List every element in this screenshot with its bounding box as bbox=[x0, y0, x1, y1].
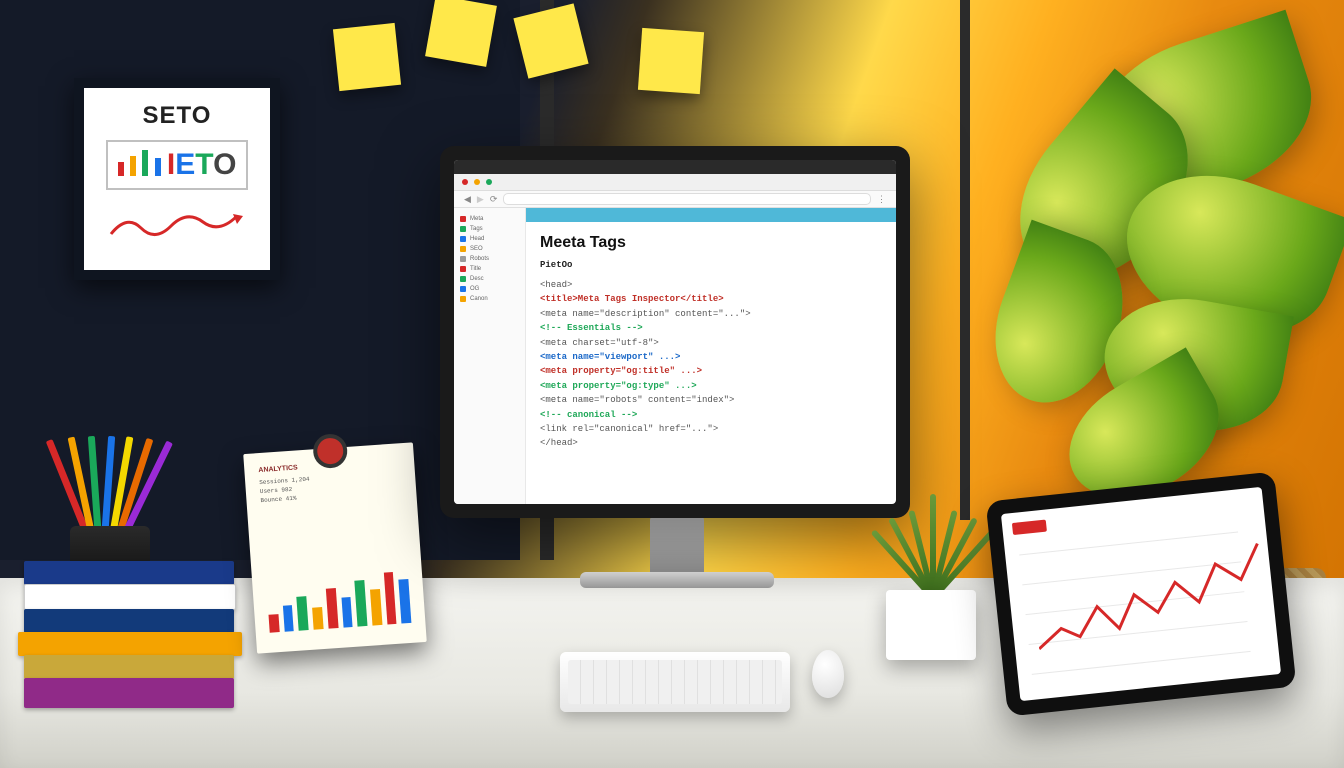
code-line: <meta charset="utf-8"> bbox=[540, 336, 882, 350]
browser-tabbar[interactable] bbox=[454, 174, 896, 191]
notepad-rows: Sessions 1,204Users 982Bounce 41% bbox=[259, 468, 403, 505]
browser-urlbar: ◀ ▶ ⟳ ⋮ bbox=[454, 191, 896, 208]
traffic-light-close-icon[interactable] bbox=[462, 179, 468, 185]
sidebar-item[interactable]: OG bbox=[458, 284, 521, 294]
code-line: <!-- Essentials --> bbox=[540, 321, 882, 335]
code-line: </head> bbox=[540, 436, 882, 450]
monitor-stand-base bbox=[580, 572, 774, 588]
analytics-notepad: ANALYTICS Sessions 1,204Users 982Bounce … bbox=[243, 442, 427, 653]
small-plant-pot bbox=[886, 590, 976, 660]
notepad-bar-chart bbox=[265, 553, 412, 633]
code-line: <head> bbox=[540, 278, 882, 292]
code-line: <!-- canonical --> bbox=[540, 408, 882, 422]
window-titlebar bbox=[454, 160, 896, 174]
code-line: <meta name="robots" content="index"> bbox=[540, 393, 882, 407]
monitor: ◀ ▶ ⟳ ⋮ MetaTagsHeadSEORobotsTitleDescOG… bbox=[440, 146, 910, 518]
window-mullion bbox=[960, 0, 970, 520]
traffic-light-max-icon[interactable] bbox=[486, 179, 492, 185]
address-field[interactable] bbox=[503, 193, 871, 205]
traffic-light-min-icon[interactable] bbox=[474, 179, 480, 185]
accent-ribbon bbox=[526, 208, 896, 222]
seo-poster: SETO IETO bbox=[74, 78, 280, 280]
tablet-screen[interactable] bbox=[1001, 487, 1281, 701]
code-line: <title>Meta Tags Inspector</title> bbox=[540, 292, 882, 306]
code-line: <meta name="viewport" ...> bbox=[540, 350, 882, 364]
mouse[interactable] bbox=[812, 650, 844, 698]
poster-logo: IETO bbox=[106, 140, 249, 190]
tablet-badge bbox=[1012, 520, 1047, 535]
monitor-screen: ◀ ▶ ⟳ ⋮ MetaTagsHeadSEORobotsTitleDescOG… bbox=[454, 160, 896, 504]
sidebar-item[interactable]: Robots bbox=[458, 254, 521, 264]
tablet-line-chart bbox=[1029, 529, 1270, 672]
poster-title: SETO bbox=[143, 102, 212, 130]
forward-icon[interactable]: ▶ bbox=[477, 194, 484, 205]
workspace-scene: SETO IETO bbox=[0, 0, 1344, 768]
sidebar-item[interactable]: Title bbox=[458, 264, 521, 274]
keyboard[interactable] bbox=[560, 652, 790, 712]
sidebar-item[interactable]: Desc bbox=[458, 274, 521, 284]
code-block[interactable]: <head> <title>Meta Tags Inspector</title… bbox=[540, 278, 882, 451]
code-line: <meta name="description" content="..."> bbox=[540, 307, 882, 321]
sidebar-item[interactable]: SEO bbox=[458, 244, 521, 254]
menu-icon[interactable]: ⋮ bbox=[877, 194, 886, 205]
editor-main: Meeta Tags PietOo <head> <title>Meta Tag… bbox=[526, 208, 896, 504]
back-icon[interactable]: ◀ bbox=[464, 194, 471, 205]
sticky-note bbox=[425, 0, 497, 67]
code-line: <meta property="og:title" ...> bbox=[540, 364, 882, 378]
editor-sidebar[interactable]: MetaTagsHeadSEORobotsTitleDescOGCanon bbox=[454, 208, 526, 504]
sidebar-item[interactable]: Canon bbox=[458, 294, 521, 304]
sticky-note bbox=[513, 3, 588, 78]
code-line: <link rel="canonical" href="..."> bbox=[540, 422, 882, 436]
sticky-note bbox=[638, 28, 704, 94]
sticky-note bbox=[333, 23, 401, 91]
sidebar-item[interactable]: Tags bbox=[458, 224, 521, 234]
tablet[interactable] bbox=[986, 471, 1297, 716]
book-stack bbox=[24, 562, 242, 708]
trend-squiggle-icon bbox=[107, 208, 247, 242]
sidebar-item[interactable]: Meta bbox=[458, 214, 521, 224]
sidebar-item[interactable]: Head bbox=[458, 234, 521, 244]
small-plant bbox=[880, 488, 990, 598]
monitor-stand bbox=[650, 516, 704, 576]
reload-icon[interactable]: ⟳ bbox=[490, 194, 498, 205]
page-title: Meeta Tags bbox=[540, 230, 882, 256]
code-line: <meta property="og:type" ...> bbox=[540, 379, 882, 393]
page-subtitle: PietOo bbox=[540, 258, 882, 272]
